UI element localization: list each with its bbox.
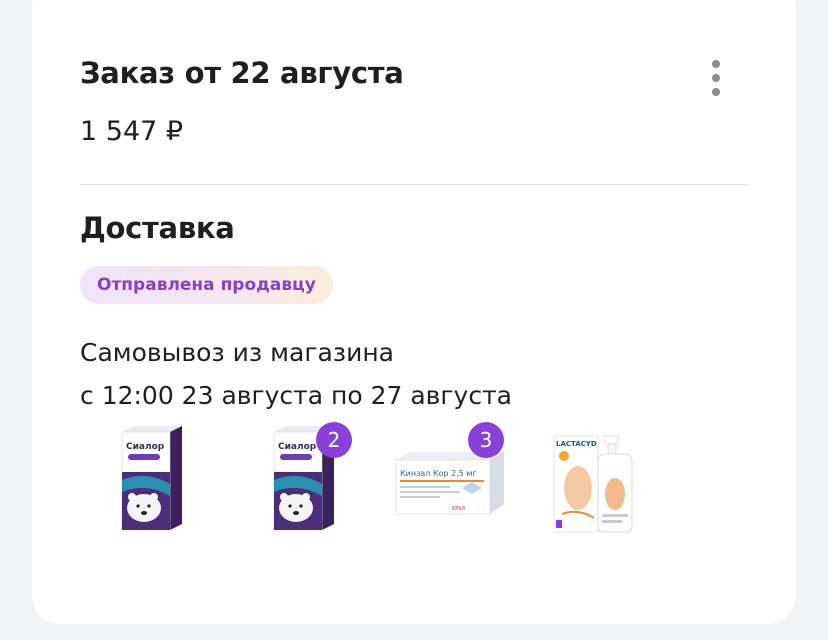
- quantity-badge: 3: [468, 422, 504, 458]
- divider: [80, 184, 748, 185]
- svg-text:Кинзал Кор 2,5 мг: Кинзал Кор 2,5 мг: [400, 469, 477, 478]
- order-card[interactable]: Заказ от 22 августа 1 547 ₽ Доставка Отп…: [32, 0, 796, 624]
- delivery-window: с 12:00 23 августа по 27 августа: [80, 381, 512, 410]
- delivery-title: Доставка: [80, 211, 235, 245]
- delivery-method: Самовывоз из магазина: [80, 338, 395, 367]
- more-vertical-icon-dot: [712, 88, 720, 96]
- sialor-box-image: Сиалор: [121, 426, 182, 531]
- quantity-badge: 2: [316, 422, 352, 458]
- lactacyd-product-image: LACTACYD: [553, 435, 633, 533]
- order-price: 1 547 ₽: [80, 116, 184, 147]
- svg-text:Сиалор: Сиалор: [126, 442, 165, 452]
- more-vertical-icon-dot: [712, 74, 720, 82]
- product-thumbnail-kinzal[interactable]: Кинзал Кор 2,5 мг KRKA 3: [390, 422, 514, 546]
- status-badge: Отправлена продавцу: [80, 266, 333, 304]
- svg-text:KRKA: KRKA: [452, 506, 466, 512]
- product-thumbnail-sialor-2[interactable]: Сиалор 2: [238, 422, 362, 546]
- order-title: Заказ от 22 августа: [80, 56, 404, 90]
- product-thumbnail-sialor[interactable]: Сиалор: [86, 422, 210, 546]
- svg-text:LACTACYD: LACTACYD: [556, 440, 597, 448]
- more-options-button[interactable]: [700, 58, 732, 98]
- svg-text:Сиалор: Сиалор: [278, 442, 317, 452]
- more-vertical-icon: [712, 60, 720, 68]
- product-thumbnail-lactacyd[interactable]: LACTACYD: [542, 422, 666, 546]
